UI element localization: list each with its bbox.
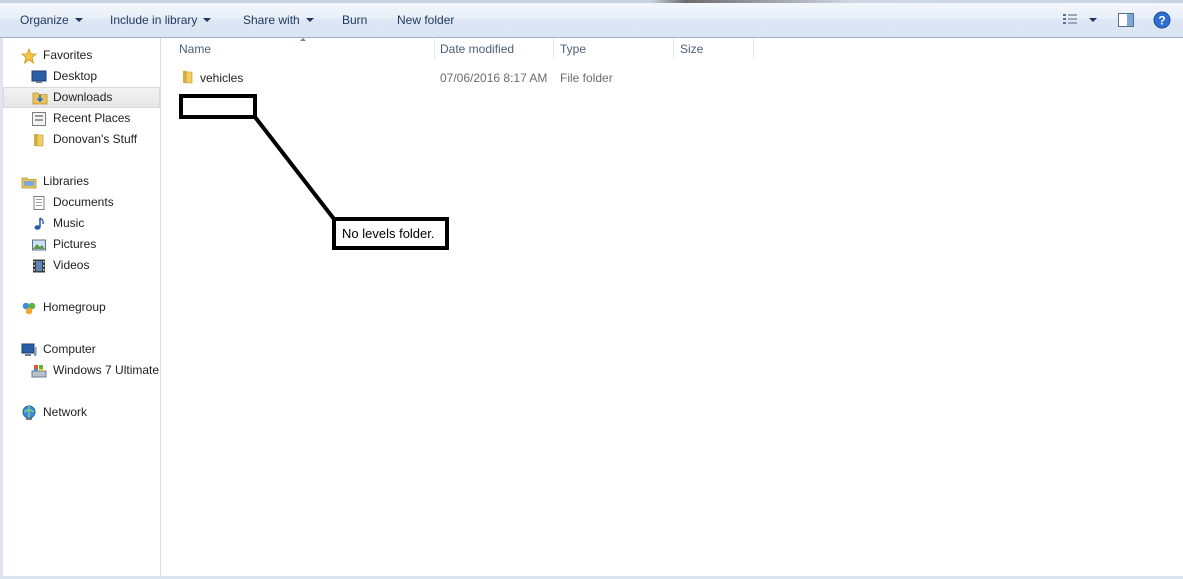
nav-label: Favorites xyxy=(43,48,93,62)
preview-pane-button[interactable] xyxy=(1117,11,1135,29)
nav-item-desktop[interactable]: Desktop xyxy=(3,66,160,87)
nav-label: Libraries xyxy=(43,174,90,188)
computer-icon xyxy=(21,343,37,356)
include-in-library-button[interactable]: Include in library xyxy=(110,12,212,28)
nav-label: Desktop xyxy=(53,69,98,83)
nav-label: Videos xyxy=(53,258,90,272)
downloads-folder-icon xyxy=(32,92,48,105)
nav-item-videos[interactable]: Videos xyxy=(3,255,160,276)
folder-icon xyxy=(34,134,44,147)
navigation-pane: Favorites Desktop Downloads Recent Place… xyxy=(3,38,161,576)
column-headers: Name Date modified Type Size xyxy=(161,38,1183,60)
nav-item-homegroup[interactable]: Homegroup xyxy=(3,297,160,318)
nav-label: Network xyxy=(43,405,88,419)
folder-icon xyxy=(183,71,193,84)
annotation-text: No levels folder. xyxy=(342,226,435,241)
column-header-name[interactable]: Name xyxy=(173,38,435,60)
svg-text:?: ? xyxy=(1158,14,1165,28)
share-with-label: Share with xyxy=(243,13,300,27)
chevron-down-icon xyxy=(74,18,83,22)
pictures-icon xyxy=(32,239,46,251)
column-header-size[interactable]: Size xyxy=(674,38,754,60)
window-top-edge xyxy=(0,0,1183,3)
column-header-label: Date modified xyxy=(440,42,515,56)
nav-item-recent-places[interactable]: Recent Places xyxy=(3,108,160,129)
annotation-callout: No levels folder. xyxy=(332,217,449,250)
nav-item-downloads[interactable]: Downloads xyxy=(3,87,160,108)
desktop-icon xyxy=(31,70,47,83)
new-folder-label: New folder xyxy=(397,13,455,27)
column-header-type[interactable]: Type xyxy=(554,38,674,60)
burn-button[interactable]: Burn xyxy=(342,12,367,28)
file-row[interactable]: vehicles 07/06/2016 8:17 AM File folder xyxy=(161,67,661,89)
nav-item-music[interactable]: Music xyxy=(3,213,160,234)
nav-item-donovans-stuff[interactable]: Donovan's Stuff xyxy=(3,129,160,150)
nav-label: Music xyxy=(53,216,85,230)
nav-item-documents[interactable]: Documents xyxy=(3,192,160,213)
nav-item-computer[interactable]: Computer xyxy=(3,339,160,360)
star-icon xyxy=(21,48,37,64)
homegroup-icon xyxy=(22,302,36,315)
file-date-modified: 07/06/2016 8:17 AM xyxy=(440,71,548,85)
videos-icon xyxy=(33,259,45,273)
help-button[interactable]: ? xyxy=(1153,11,1171,29)
organize-label: Organize xyxy=(20,13,69,27)
nav-label: Pictures xyxy=(53,237,97,251)
chevron-down-icon xyxy=(305,18,314,22)
documents-icon xyxy=(33,196,45,210)
local-disk-icon xyxy=(31,365,47,378)
nav-item-pictures[interactable]: Pictures xyxy=(3,234,160,255)
nav-label: Donovan's Stuff xyxy=(53,132,138,146)
nav-label: Recent Places xyxy=(53,111,131,125)
file-name: vehicles xyxy=(200,71,244,85)
libraries-icon xyxy=(21,177,37,189)
new-folder-button[interactable]: New folder xyxy=(397,12,454,28)
nav-label: Downloads xyxy=(53,90,113,104)
nav-item-libraries[interactable]: Libraries xyxy=(3,171,160,192)
network-icon xyxy=(22,405,36,420)
include-in-library-label: Include in library xyxy=(110,13,198,27)
nav-item-network[interactable]: Network xyxy=(3,402,160,423)
burn-label: Burn xyxy=(342,13,368,27)
details-view-icon xyxy=(1063,14,1097,24)
recent-places-icon xyxy=(32,112,46,126)
share-with-button[interactable]: Share with xyxy=(243,12,314,28)
change-view-button[interactable] xyxy=(1062,11,1102,29)
nav-label: Windows 7 Ultimate xyxy=(53,363,160,377)
column-header-date-modified[interactable]: Date modified xyxy=(434,38,554,60)
annotation-highlight-box xyxy=(179,94,257,119)
nav-label: Documents xyxy=(53,195,114,209)
command-bar: Organize Include in library Share with B… xyxy=(0,0,1183,38)
nav-label: Computer xyxy=(43,342,96,356)
column-header-label: Size xyxy=(680,42,704,56)
column-header-label: Name xyxy=(179,42,212,56)
nav-item-favorites[interactable]: Favorites xyxy=(3,45,160,66)
help-icon: ? xyxy=(1153,11,1171,29)
nav-label: Homegroup xyxy=(43,300,106,314)
file-type: File folder xyxy=(560,71,613,85)
column-header-label: Type xyxy=(560,42,587,56)
music-note-icon xyxy=(34,217,44,230)
organize-button[interactable]: Organize xyxy=(20,12,83,28)
preview-pane-icon xyxy=(1118,13,1134,27)
chevron-down-icon xyxy=(203,18,212,22)
nav-item-windows-7-ultimate[interactable]: Windows 7 Ultimate xyxy=(3,360,160,381)
